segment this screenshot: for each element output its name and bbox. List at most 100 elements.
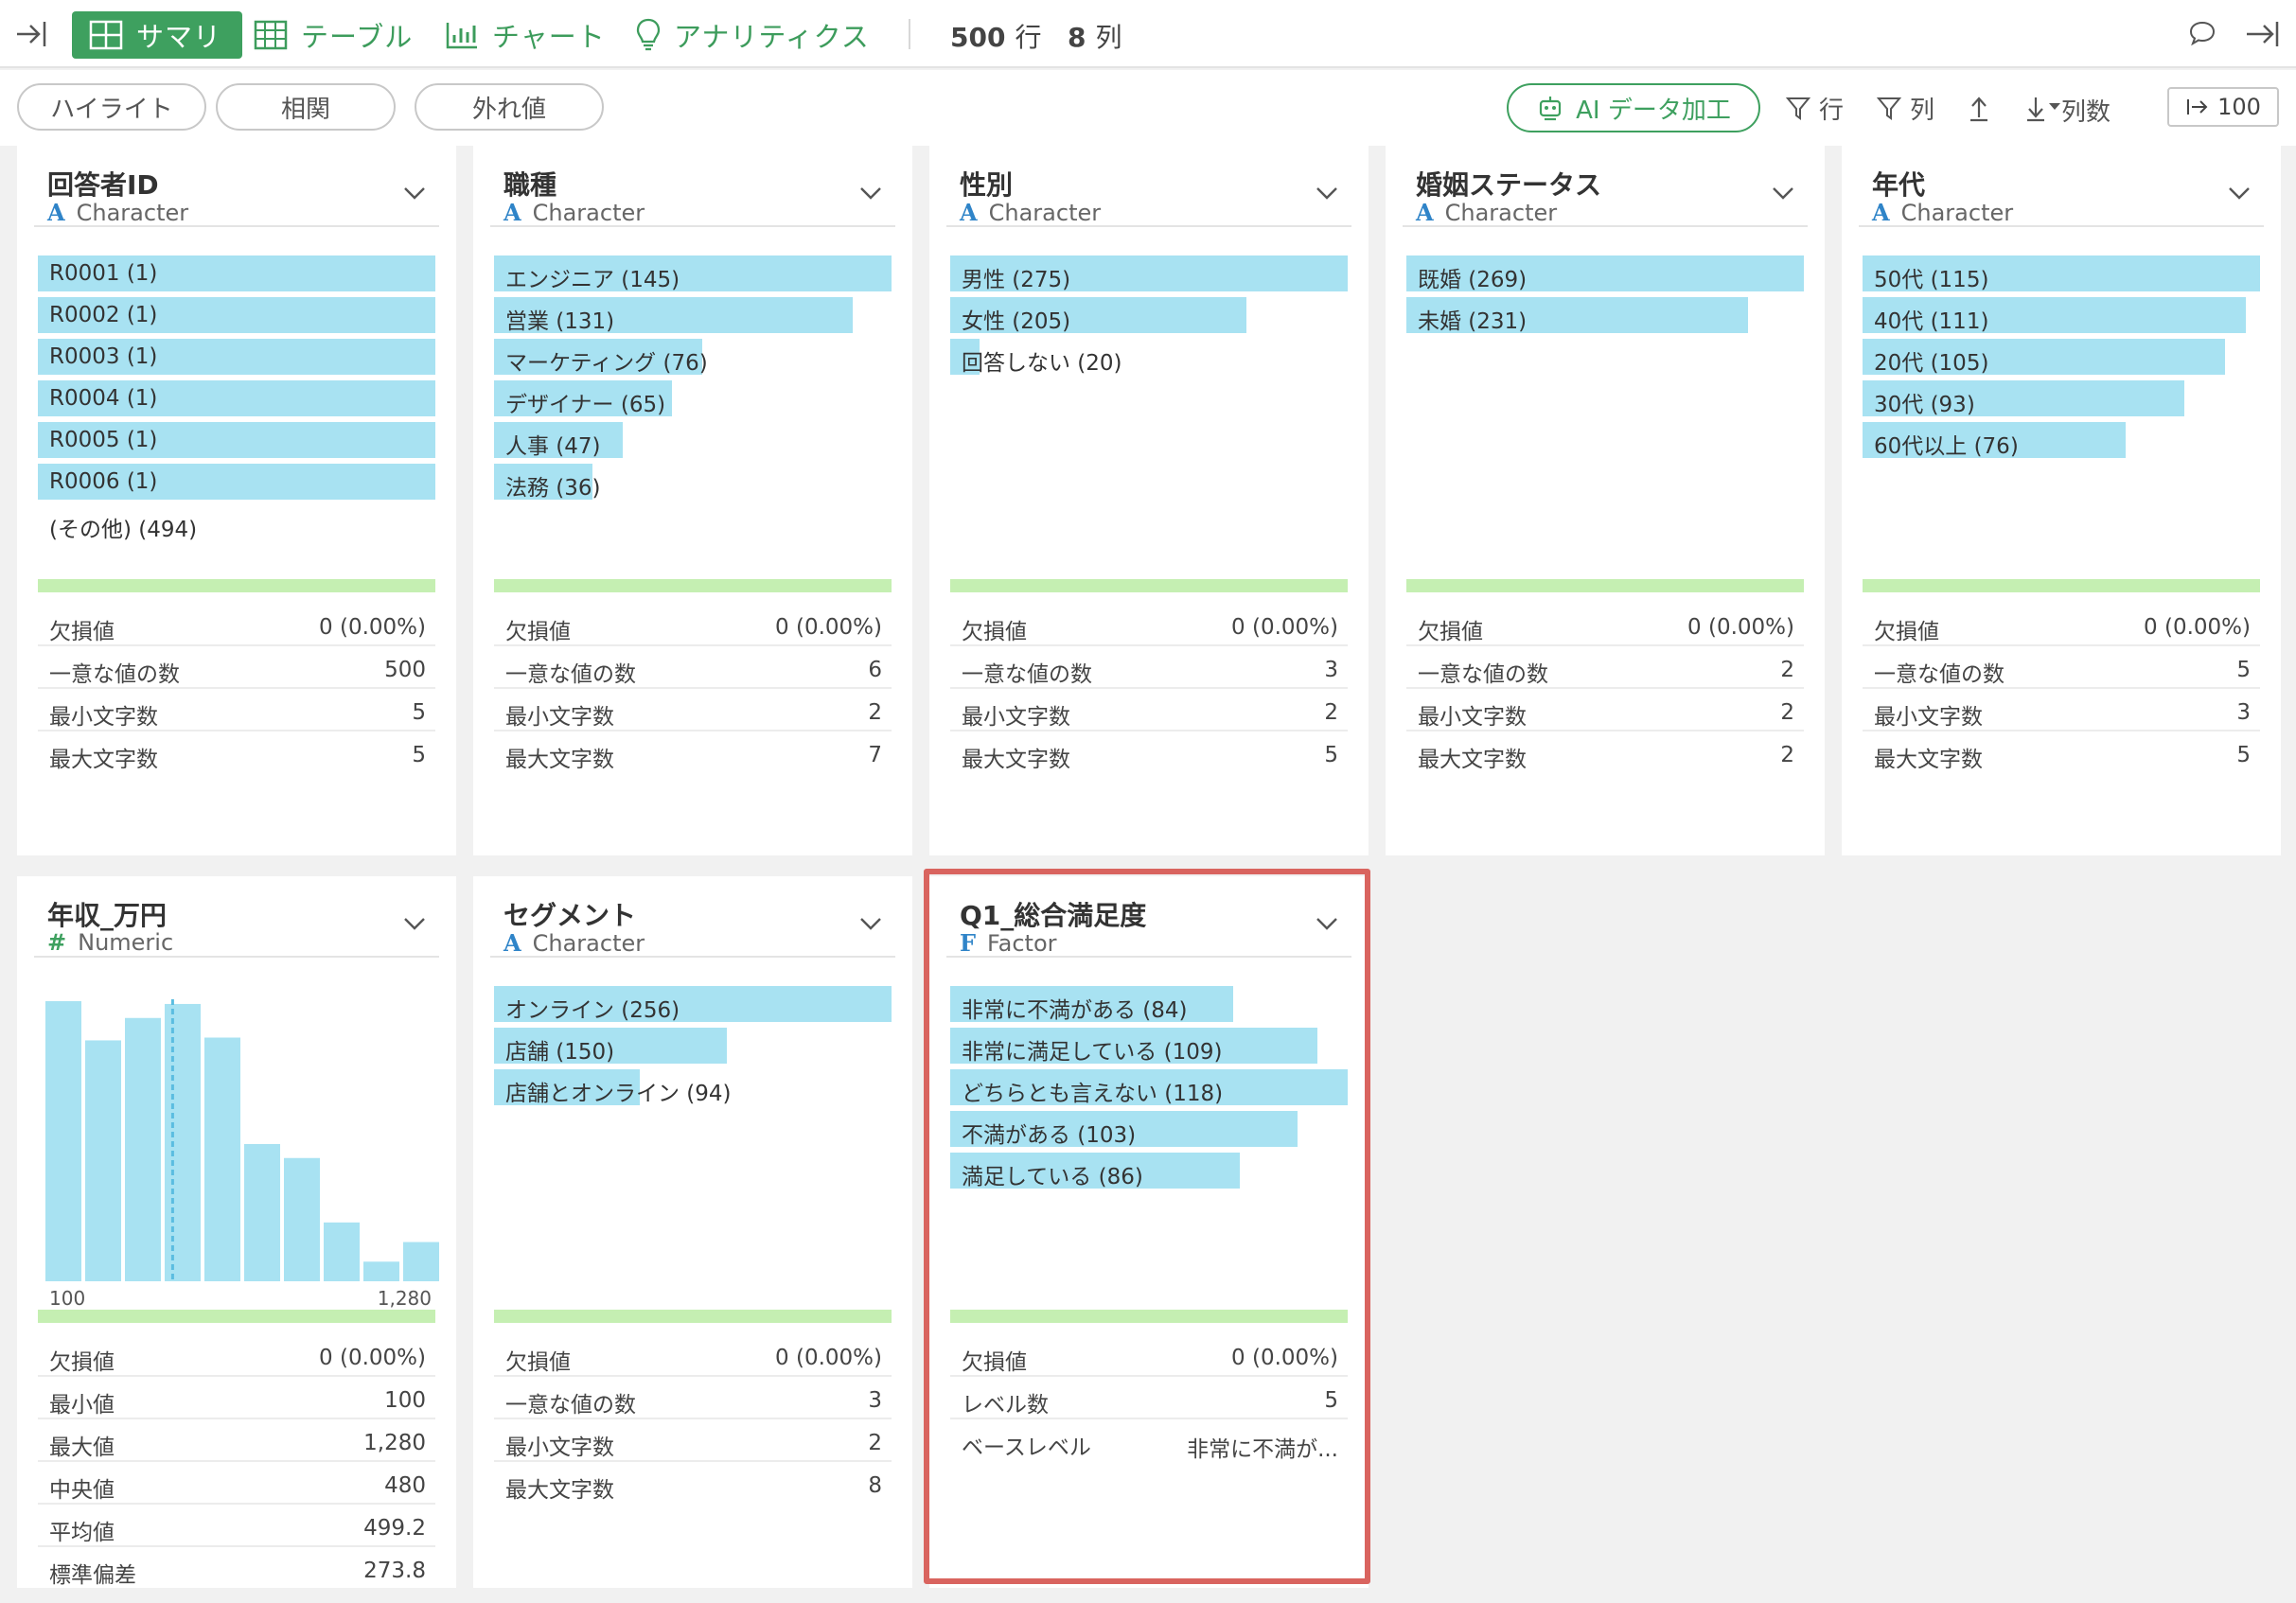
sort-down-icon — [2027, 97, 2060, 122]
card-header[interactable]: 性別 A Character — [946, 159, 1351, 227]
chevron-down-icon[interactable] — [403, 185, 426, 204]
card-header[interactable]: 職種 A Character — [490, 159, 895, 227]
tab-chart[interactable]: チャート — [445, 11, 606, 59]
frequency-item[interactable]: 50代 (115) — [1863, 254, 2260, 295]
histogram-bar[interactable] — [403, 1242, 439, 1281]
frequency-item[interactable]: 女性 (205) — [950, 295, 1348, 337]
value-frequency-list: 既婚 (269) 未婚 (231) — [1406, 254, 1804, 337]
tab-analytics[interactable]: アナリティクス — [636, 11, 870, 59]
filter-icon — [1876, 97, 1902, 120]
stat-row: 一意な値の数 5 — [1863, 646, 2260, 689]
histogram-bar[interactable] — [244, 1143, 280, 1281]
histogram-bar[interactable] — [284, 1157, 320, 1281]
histogram-bar[interactable] — [125, 1017, 161, 1281]
ai-data-processing-button[interactable]: AI データ加工 — [1507, 83, 1760, 132]
chevron-down-icon[interactable] — [1316, 185, 1338, 204]
histogram-bar[interactable] — [363, 1261, 399, 1281]
stat-value: 2 — [1780, 658, 1794, 682]
frequency-item[interactable]: R0004 (1) — [38, 379, 435, 420]
chevron-down-icon[interactable] — [859, 916, 882, 935]
chevron-down-icon[interactable] — [859, 185, 882, 204]
frequency-item[interactable]: 30代 (93) — [1863, 379, 2260, 420]
frequency-item[interactable]: デザイナー (65) — [494, 379, 892, 420]
frequency-item[interactable]: 40代 (111) — [1863, 295, 2260, 337]
histogram-bar[interactable] — [324, 1222, 360, 1281]
column-count-input[interactable]: 100 — [2167, 87, 2279, 127]
frequency-item[interactable]: 既婚 (269) — [1406, 254, 1804, 295]
frequency-item[interactable]: 60代以上 (76) — [1863, 420, 2260, 462]
frequency-item[interactable]: R0005 (1) — [38, 420, 435, 462]
frequency-item[interactable]: オンライン (256) — [494, 984, 892, 1026]
frequency-item[interactable]: 店舗 (150) — [494, 1026, 892, 1067]
frequency-item[interactable]: 店舗とオンライン (94) — [494, 1067, 892, 1109]
histogram-bar[interactable] — [204, 1037, 240, 1281]
stat-value: 5 — [2236, 658, 2251, 682]
frequency-item[interactable]: 20代 (105) — [1863, 337, 2260, 379]
stat-value: 3 — [1324, 658, 1338, 682]
histogram-bar[interactable] — [85, 1040, 121, 1281]
column-card-age-group: 年代 A Character 50代 (115) 40代 (111) 20代 (105) 3… — [1842, 146, 2281, 855]
frequency-item[interactable]: エンジニア (145) — [494, 254, 892, 295]
stat-value: 0 (0.00%) — [775, 615, 882, 640]
filter-icon — [1785, 97, 1811, 120]
chevron-down-icon[interactable] — [1772, 185, 1794, 204]
table-icon — [254, 20, 288, 50]
stat-row: 欠損値 0 (0.00%) — [38, 604, 435, 646]
robot-icon — [1540, 97, 1562, 121]
card-header[interactable]: 年代 A Character — [1859, 159, 2264, 227]
frequency-label: R0002 (1) — [49, 303, 158, 327]
frequency-item[interactable]: R0006 (1) — [38, 462, 435, 503]
stat-value: 0 (0.00%) — [319, 615, 426, 640]
stat-value: 0 (0.00%) — [1687, 615, 1794, 640]
card-header[interactable]: 年収_万円 # Numeric — [34, 890, 439, 958]
frequency-item[interactable]: 未婚 (231) — [1406, 295, 1804, 337]
histogram-bar[interactable] — [45, 1001, 81, 1281]
row-filter-button[interactable]: 行 — [1785, 91, 1844, 125]
comment-icon[interactable] — [2188, 19, 2217, 51]
tab-table[interactable]: テーブル — [254, 11, 413, 59]
stat-label: 最小文字数 — [1874, 705, 1983, 730]
frequency-label: R0001 (1) — [49, 261, 158, 286]
ai-data-processing-label: AI データ加工 — [1576, 96, 1731, 125]
stat-row: 一意な値の数 3 — [494, 1377, 892, 1419]
frequency-item[interactable]: R0003 (1) — [38, 337, 435, 379]
col-filter-button[interactable]: 列 — [1876, 91, 1934, 125]
collapse-left-icon[interactable] — [13, 17, 51, 51]
stats-table: 欠損値 0 (0.00%) 一意な値の数 5 最小文字数 3 最大文字数 5 — [1863, 604, 2260, 774]
frequency-item[interactable]: R0002 (1) — [38, 295, 435, 337]
frequency-label: 回答しない (20) — [962, 351, 1122, 376]
collapse-right-icon[interactable] — [2243, 17, 2281, 55]
chevron-down-icon[interactable] — [2228, 185, 2251, 204]
stat-row: 一意な値の数 500 — [38, 646, 435, 689]
stat-value: 480 — [384, 1473, 426, 1498]
tab-summary[interactable]: サマリ — [72, 11, 243, 59]
stat-row: 最大値 1,280 — [38, 1419, 435, 1462]
arrow-to-right-icon — [2187, 99, 2208, 114]
card-header[interactable]: セグメント A Character — [490, 890, 895, 958]
sort-asc-button[interactable] — [1967, 91, 1999, 125]
frequency-item[interactable]: 法務 (36) — [494, 462, 892, 503]
column-name: 回答者ID — [47, 169, 159, 201]
frequency-item[interactable]: 男性 (275) — [950, 254, 1348, 295]
card-header[interactable]: 回答者ID A Character — [34, 159, 439, 227]
stat-row: 一意な値の数 6 — [494, 646, 892, 689]
type-icon: A — [1872, 199, 1890, 226]
column-type-label: Character — [1444, 200, 1558, 226]
frequency-item[interactable]: 営業 (131) — [494, 295, 892, 337]
card-header[interactable]: 婚姻ステータス A Character — [1403, 159, 1808, 227]
frequency-item[interactable]: (その他) (494) — [38, 503, 435, 545]
histogram-bar[interactable] — [165, 1003, 201, 1281]
correlation-button[interactable]: 相関 — [216, 83, 396, 131]
value-frequency-list: 男性 (275) 女性 (205) 回答しない (20) — [950, 254, 1348, 379]
frequency-label: 40代 (111) — [1874, 309, 1989, 334]
frequency-item[interactable]: R0001 (1) — [38, 254, 435, 295]
highlight-button[interactable]: ハイライト — [17, 83, 206, 131]
stat-value: 1,280 — [363, 1431, 426, 1455]
frequency-label: 人事 (47) — [505, 434, 601, 459]
frequency-item[interactable]: 回答しない (20) — [950, 337, 1348, 379]
outlier-button[interactable]: 外れ値 — [415, 83, 604, 131]
chevron-down-icon[interactable] — [403, 916, 426, 935]
stat-label: 最大文字数 — [1874, 748, 1983, 772]
frequency-item[interactable]: 人事 (47) — [494, 420, 892, 462]
frequency-item[interactable]: マーケティング (76) — [494, 337, 892, 379]
